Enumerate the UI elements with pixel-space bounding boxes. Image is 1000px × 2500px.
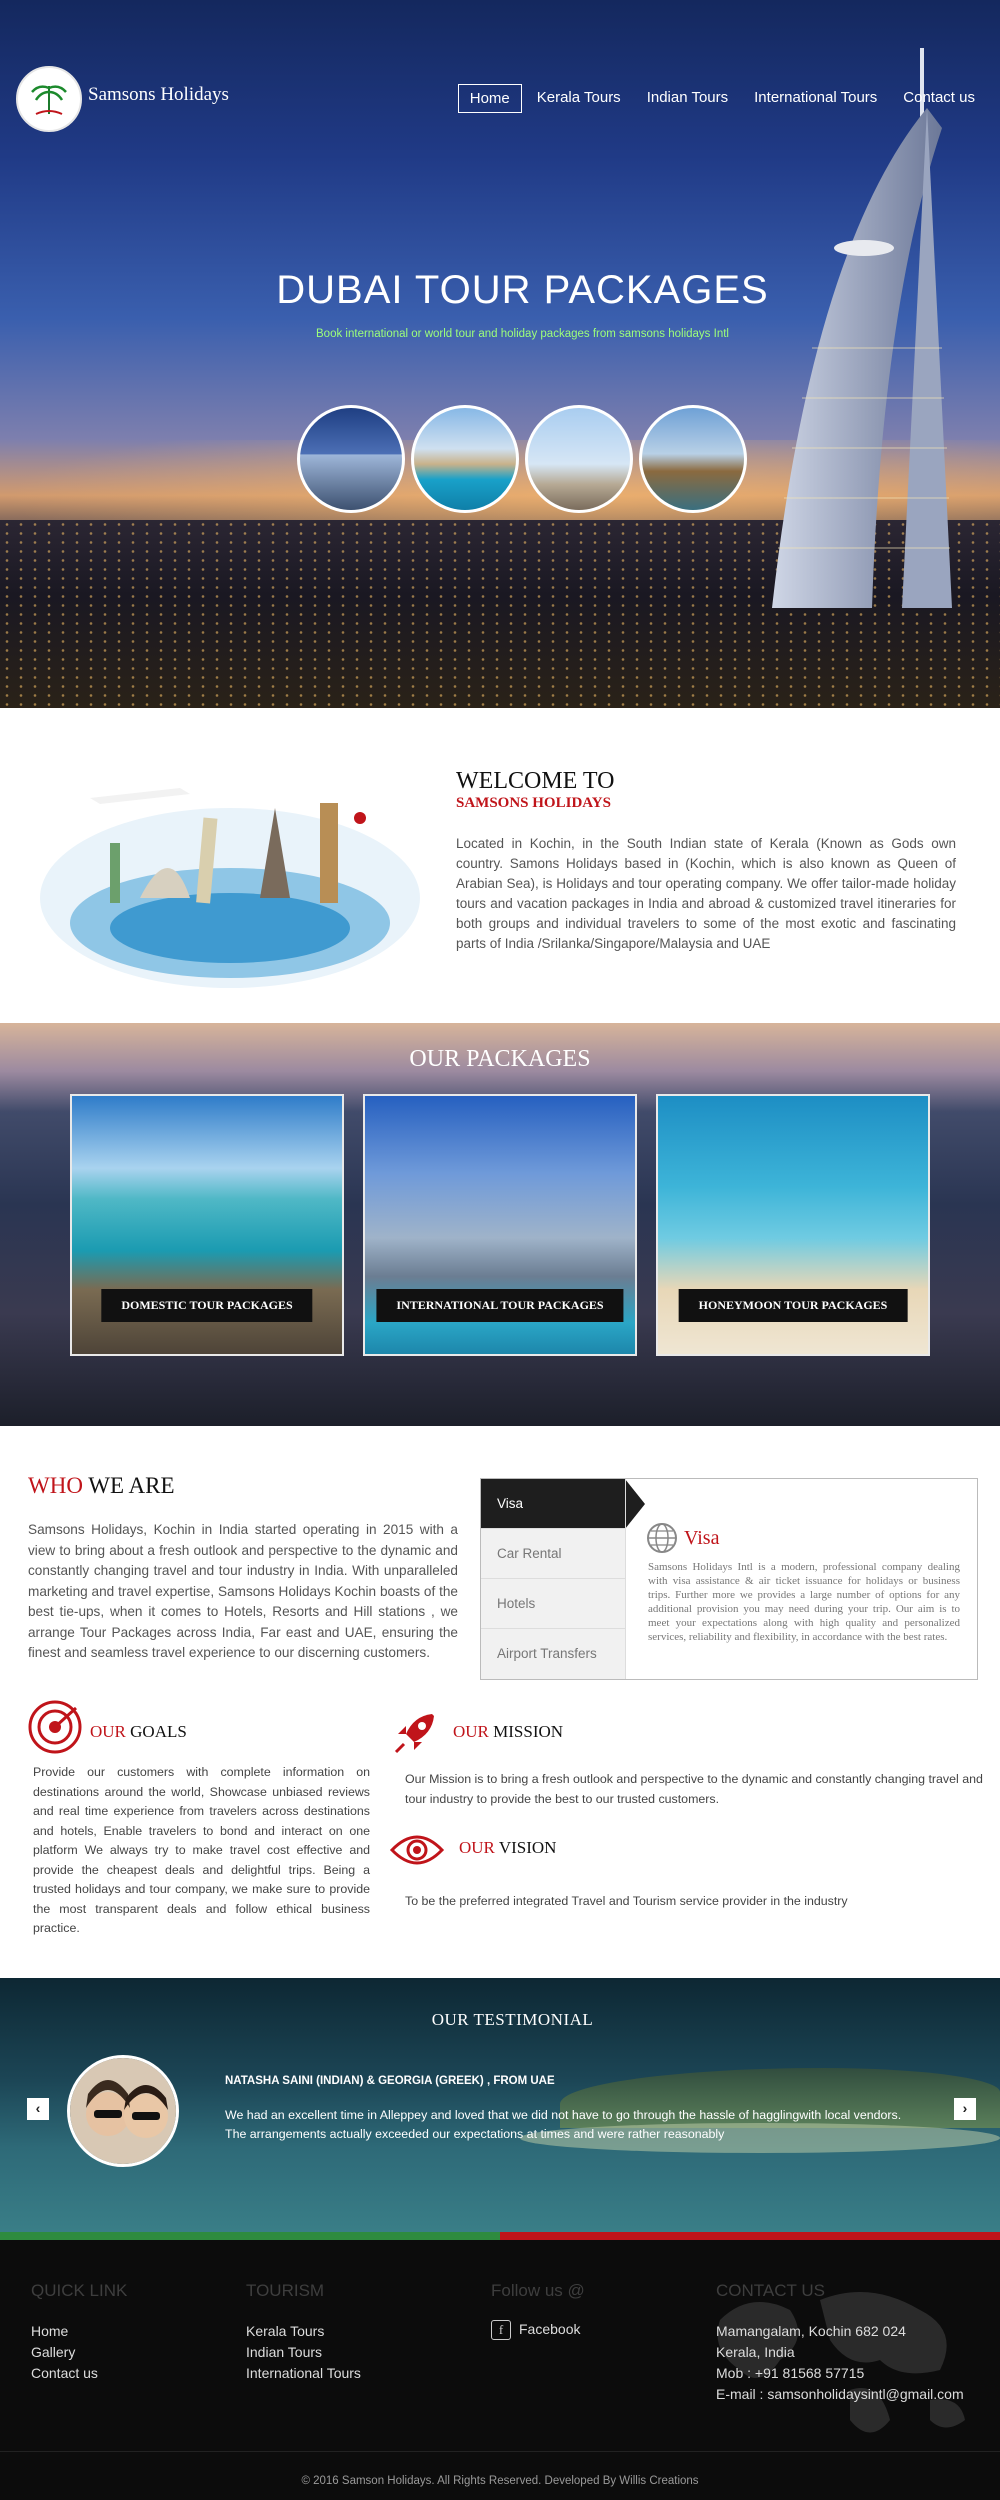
goals-text: Provide our customers with complete info… (33, 1765, 370, 1935)
thumb-dhow-boat[interactable] (639, 405, 747, 513)
package-label[interactable]: INTERNATIONAL TOUR PACKAGES (376, 1289, 624, 1322)
hero-title: DUBAI TOUR PACKAGES (276, 268, 769, 312)
nav-indian-tours[interactable]: Indian Tours (636, 84, 739, 113)
nav-contact-us[interactable]: Contact us (892, 84, 986, 113)
thumb-dubai-skyline[interactable] (525, 405, 633, 513)
rocket-icon (394, 1714, 434, 1754)
footer-quick-links: Home Gallery Contact us (31, 2321, 98, 2384)
testimonial-title: OUR TESTIMONIAL (431, 2010, 594, 2029)
facebook-icon: f (491, 2319, 511, 2340)
footer-contact-info: Mamangalam, Kochin 682 024 Kerala, India… (716, 2321, 964, 2405)
contact-state: Kerala, India (716, 2344, 795, 2360)
footer-link-contact[interactable]: Contact us (31, 2363, 98, 2384)
goals-heading: OUR GOALS (90, 1722, 187, 1741)
footer-contact-heading: CONTACT US (716, 2281, 825, 2300)
who-we-are-text: Samsons Holidays, Kochin in India starte… (28, 1522, 458, 1660)
brand-logo[interactable] (16, 66, 82, 132)
footer-quick-heading: QUICK LINK (31, 2281, 128, 2300)
nav-home[interactable]: Home (457, 84, 522, 113)
packages-title: OUR PACKAGES (409, 1046, 591, 1072)
footer-link-kerala-tours[interactable]: Kerala Tours (246, 2321, 361, 2342)
testimonial-author: NATASHA SAINI (INDIAN) & GEORGIA (GREEK)… (225, 2075, 555, 2087)
tab-car-rental[interactable]: Car Rental (481, 1529, 625, 1579)
nav-kerala-tours[interactable]: Kerala Tours (526, 84, 632, 113)
footer-follow-heading: Follow us @ (491, 2281, 585, 2300)
brand-name[interactable]: Samsons Holidays (88, 84, 229, 106)
footer-tourism-links: Kerala Tours Indian Tours International … (246, 2321, 361, 2384)
service-panel-text: Samsons Holidays Intl is a modern, profe… (648, 1561, 960, 1643)
welcome-text: Located in Kochin, in the South Indian s… (456, 836, 956, 951)
testimonial-next-button[interactable]: › (954, 2098, 976, 2120)
globe-icon (647, 1523, 677, 1553)
tab-hotels[interactable]: Hotels (481, 1579, 625, 1629)
welcome-heading: WELCOME TO (456, 768, 615, 794)
world-landmarks-image (40, 788, 420, 988)
footer-divider (0, 2451, 1000, 2452)
package-card-international[interactable]: INTERNATIONAL TOUR PACKAGES (363, 1094, 637, 1356)
target-icon (28, 1700, 82, 1754)
contact-phone: Mob : +91 81568 57715 (716, 2365, 865, 2381)
tab-airport-transfers[interactable]: Airport Transfers (481, 1629, 625, 1679)
welcome-subheading: SAMSONS HOLIDAYS (456, 795, 611, 811)
color-stripe (0, 2232, 1000, 2240)
main-nav: Home Kerala Tours Indian Tours Internati… (454, 84, 986, 113)
testimonial-avatar (67, 2055, 179, 2167)
palm-tree-icon (31, 85, 67, 115)
hero-subtitle: Book international or world tour and hol… (316, 328, 729, 340)
package-card-domestic[interactable]: DOMESTIC TOUR PACKAGES (70, 1094, 344, 1356)
vision-heading: OUR VISION (459, 1838, 557, 1857)
footer-link-home[interactable]: Home (31, 2321, 98, 2342)
footer-copyright: © 2016 Samson Holidays. All Rights Reser… (301, 2475, 699, 2487)
service-panel-title: Visa (684, 1527, 720, 1549)
hero-thumbnails (297, 405, 747, 513)
package-label[interactable]: HONEYMOON TOUR PACKAGES (678, 1289, 908, 1322)
contact-email[interactable]: E-mail : samsonholidaysintl@gmail.com (716, 2384, 964, 2405)
thumb-dubai-marina[interactable] (297, 405, 405, 513)
testimonial-prev-button[interactable]: ‹ (27, 2098, 49, 2120)
mission-text: Our Mission is to bring a fresh outlook … (405, 1772, 983, 1806)
footer-tourism-heading: TOURISM (246, 2281, 325, 2300)
eye-icon (390, 1835, 444, 1865)
vision-text: To be the preferred integrated Travel an… (405, 1894, 848, 1908)
contact-address: Mamangalam, Kochin 682 024 (716, 2323, 906, 2339)
who-we-are-heading: WHO WE ARE (28, 1473, 175, 1498)
tab-visa[interactable]: Visa (481, 1479, 645, 1529)
footer-facebook-link[interactable]: f Facebook (491, 2319, 580, 2340)
footer-link-indian-tours[interactable]: Indian Tours (246, 2342, 361, 2363)
footer-link-international-tours[interactable]: International Tours (246, 2363, 361, 2384)
footer-link-gallery[interactable]: Gallery (31, 2342, 98, 2363)
thumb-atlantis-pool[interactable] (411, 405, 519, 513)
mission-heading: OUR MISSION (453, 1722, 564, 1741)
package-label[interactable]: DOMESTIC TOUR PACKAGES (101, 1289, 313, 1322)
package-card-honeymoon[interactable]: HONEYMOON TOUR PACKAGES (656, 1094, 930, 1356)
nav-international-tours[interactable]: International Tours (743, 84, 888, 113)
testimonial-text: We had an excellent time in Alleppey and… (225, 2108, 902, 2141)
